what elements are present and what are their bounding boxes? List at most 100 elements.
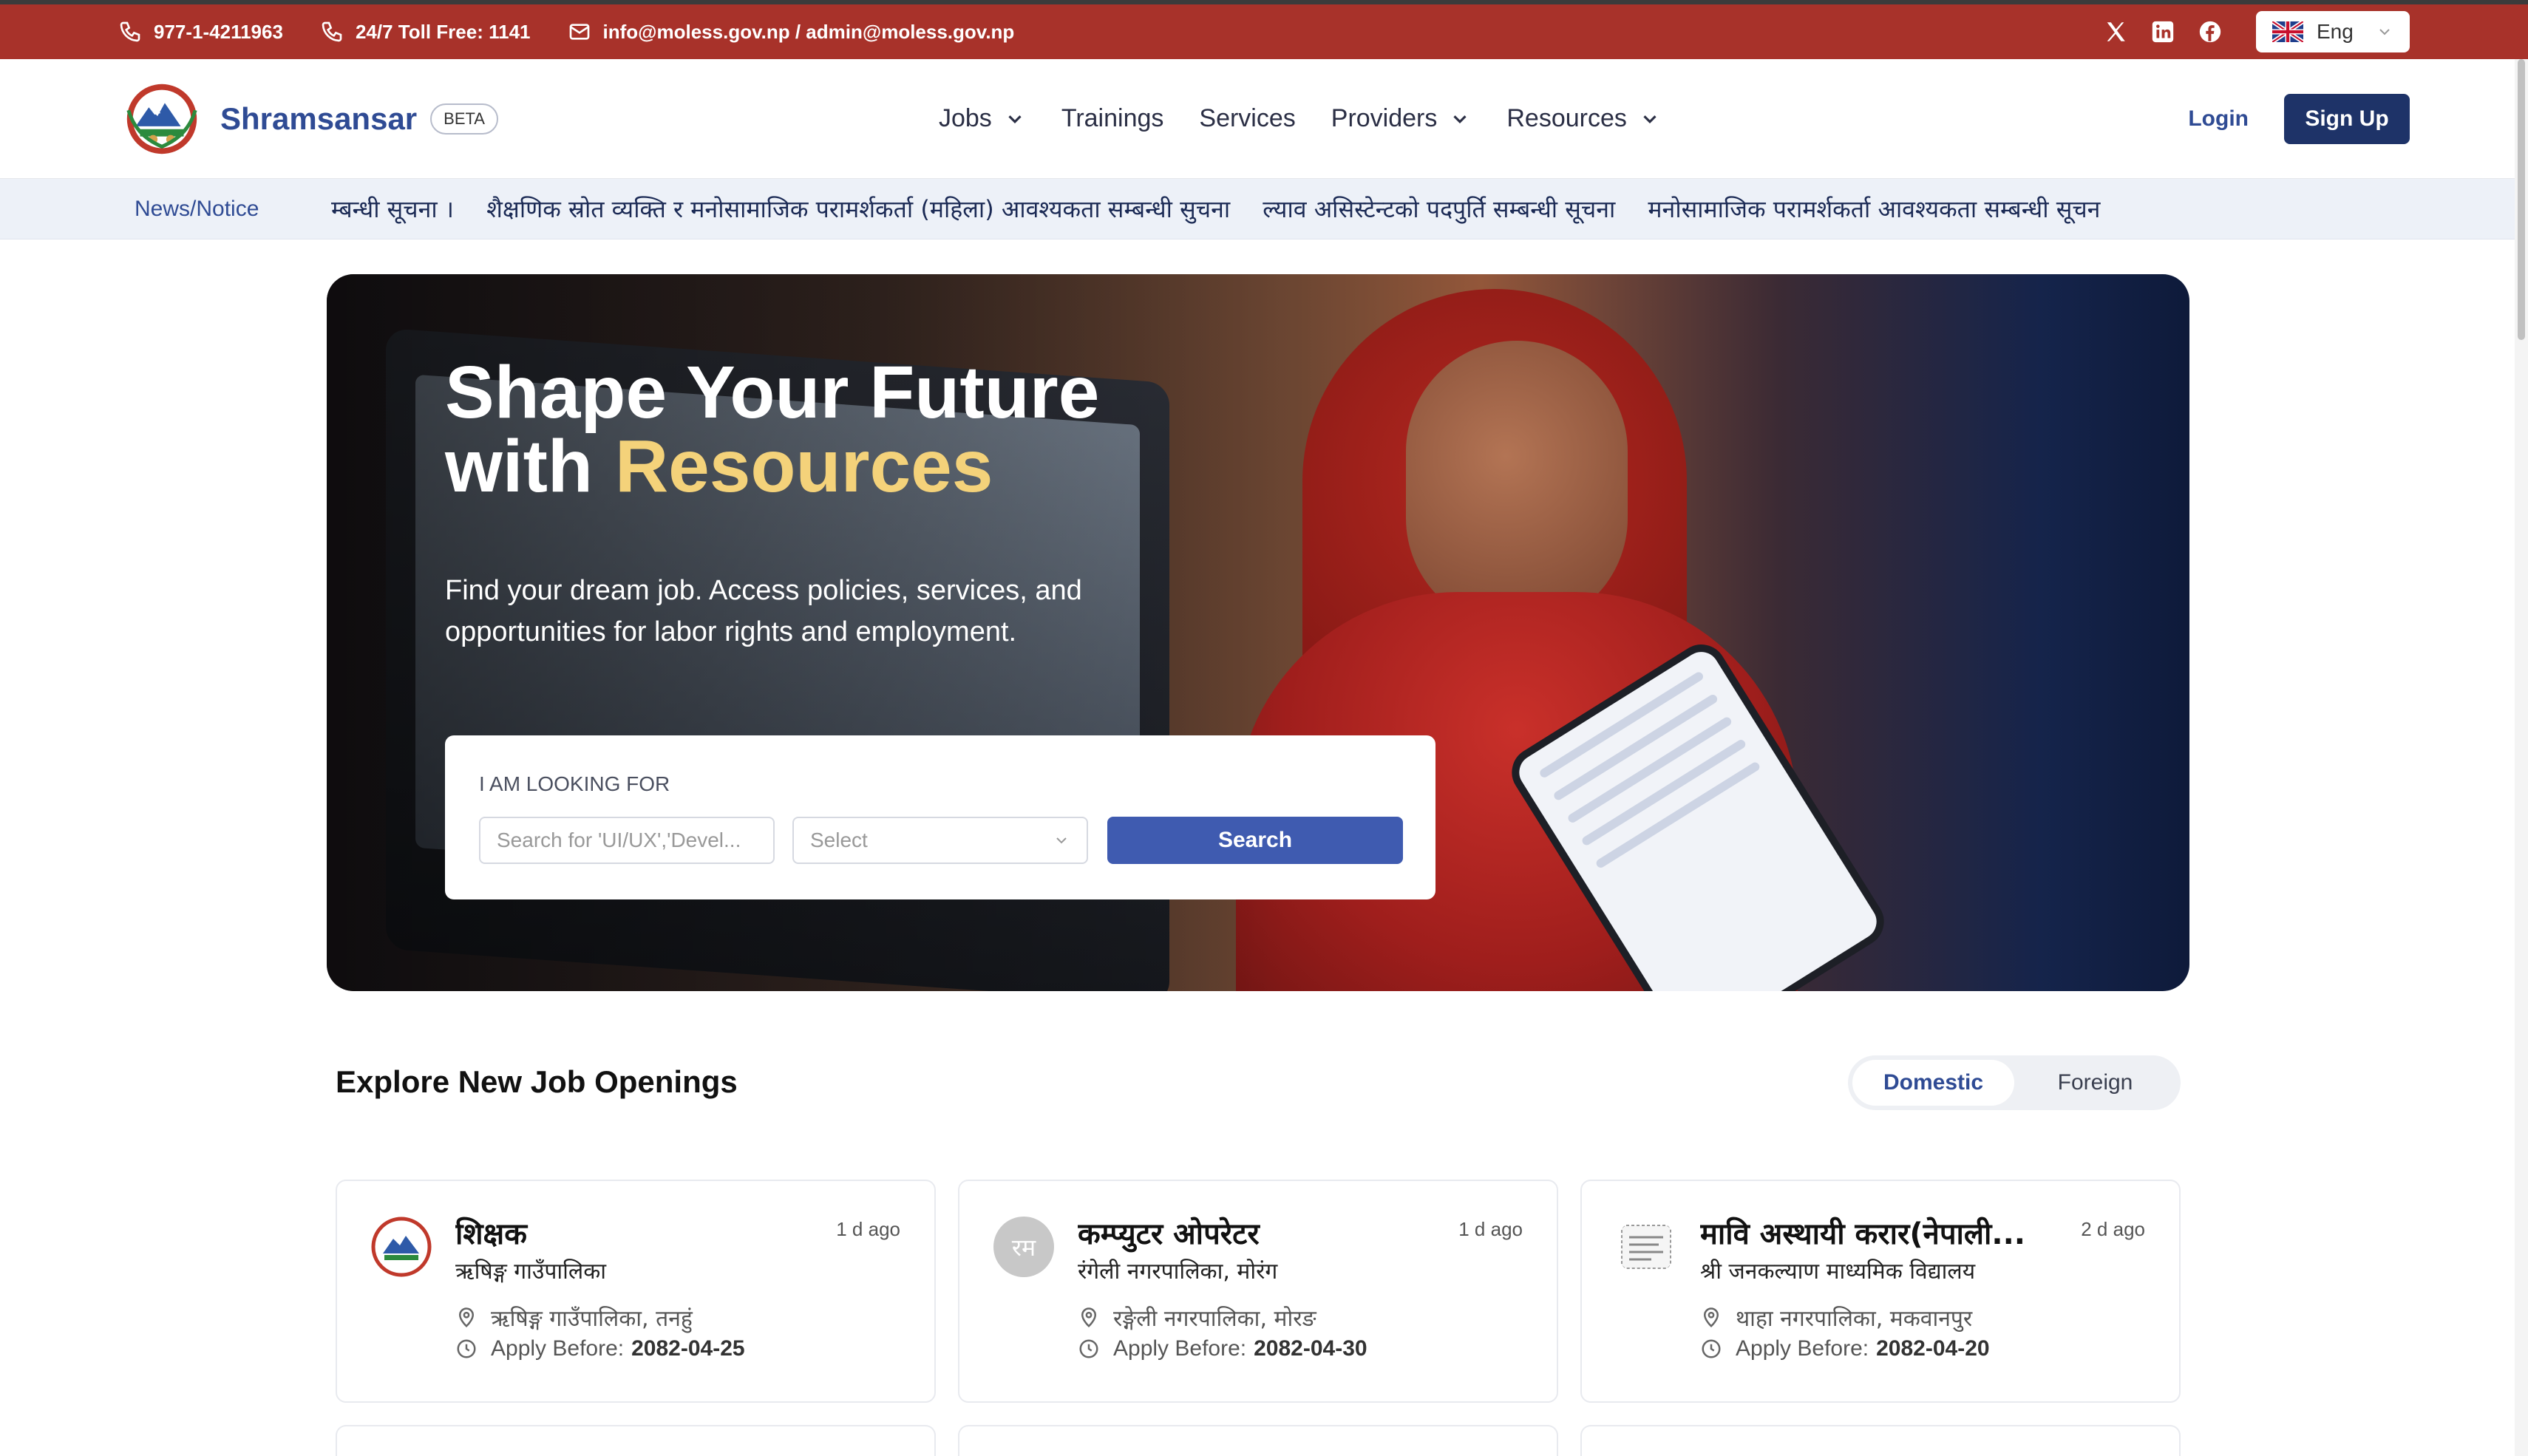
job-title: कम्प्युटर ओपरेटर xyxy=(1078,1217,1260,1251)
apply-before-label: Apply Before: xyxy=(1736,1336,1869,1361)
school-stamp-icon xyxy=(1621,1225,1671,1269)
facebook-icon[interactable] xyxy=(2197,18,2223,45)
login-link[interactable]: Login xyxy=(2188,106,2249,132)
nav-providers-label: Providers xyxy=(1331,104,1438,132)
phone-contact[interactable]: 977-1-4211963 xyxy=(118,20,283,44)
tab-domestic[interactable]: Domestic xyxy=(1852,1060,2014,1106)
location-pin-icon xyxy=(458,1307,475,1327)
nav-services-label: Services xyxy=(1199,104,1296,132)
apply-before-label: Apply Before: xyxy=(1113,1336,1247,1361)
job-org: ऋषिङ्ग गाउँपालिका xyxy=(455,1259,607,1285)
search-input[interactable]: Search for 'UI/UX','Devel... xyxy=(479,817,775,864)
phone-number: 977-1-4211963 xyxy=(154,20,283,43)
job-card[interactable]: रम कम्प्युटर ओपरेटर रंगेली नगरपालिका, मो… xyxy=(958,1180,1558,1403)
nav-jobs[interactable]: Jobs xyxy=(939,104,1026,133)
uk-flag-icon xyxy=(2272,21,2303,42)
clock-icon xyxy=(1079,1339,1098,1358)
nav-services[interactable]: Services xyxy=(1199,104,1295,133)
chevron-down-icon xyxy=(1643,115,1657,123)
tab-foreign[interactable]: Foreign xyxy=(2014,1060,2176,1106)
job-card[interactable] xyxy=(958,1425,1558,1456)
page-scrollbar[interactable] xyxy=(2515,59,2528,1456)
hero-title-prefix: with xyxy=(445,425,593,508)
job-cards-row: शिक्षक ऋषिङ्ग गाउँपालिका 1 d ago ऋषिङ्ग … xyxy=(336,1180,2181,1403)
org-logo xyxy=(1616,1217,1676,1277)
ticker-item[interactable]: शैक्षणिक स्रोत व्यक्ति र मनोसामाजिक पराम… xyxy=(486,195,1230,223)
email-contact[interactable]: info@moless.gov.np / admin@moless.gov.np xyxy=(568,20,1015,44)
nav-jobs-label: Jobs xyxy=(938,104,992,132)
job-cards-row-partial xyxy=(336,1425,2181,1456)
chevron-down-icon xyxy=(1056,837,1067,844)
hero-subtitle: Find your dream job. Access policies, se… xyxy=(445,575,1082,647)
tollfree-contact[interactable]: 24/7 Toll Free: 1141 xyxy=(320,20,531,44)
clock-icon xyxy=(1702,1339,1721,1358)
apply-before-label: Apply Before: xyxy=(491,1336,625,1361)
search-label: I AM LOOKING FOR xyxy=(479,772,670,795)
hero-woman-face xyxy=(1406,341,1628,629)
category-select[interactable]: Select xyxy=(792,817,1088,864)
job-location: ऋषिङ्ग गाउँपालिका, तनहुं xyxy=(455,1302,693,1333)
social-links xyxy=(2082,18,2223,45)
deadline-date: 2082-04-20 xyxy=(1876,1336,1990,1361)
tollfree-number: 24/7 Toll Free: 1141 xyxy=(355,20,531,43)
job-card[interactable] xyxy=(1580,1425,2181,1456)
ticker-item[interactable]: म्बन्धी सूचना । xyxy=(331,195,454,223)
posted-ago: 1 d ago xyxy=(836,1218,900,1240)
mail-icon xyxy=(569,24,589,40)
job-location: रङ्गेली नगरपालिका, मोरङ xyxy=(1078,1302,1316,1333)
org-initials-avatar: रम xyxy=(993,1217,1054,1277)
job-location-text: ऋषिङ्ग गाउँपालिका, तनहुं xyxy=(491,1306,693,1332)
signup-button[interactable]: Sign Up xyxy=(2284,93,2410,144)
posted-ago: 1 d ago xyxy=(1458,1218,1523,1240)
job-card[interactable] xyxy=(336,1425,936,1456)
ticker-track: म्बन्धी सूचना । शैक्षणिक स्रोत व्यक्ति र… xyxy=(331,193,2401,225)
posted-ago: 2 d ago xyxy=(2081,1218,2145,1240)
municipality-emblem-icon xyxy=(371,1217,432,1277)
chevron-down-icon xyxy=(2379,29,2390,35)
chevron-down-icon xyxy=(1008,115,1022,123)
linkedin-icon[interactable] xyxy=(2150,18,2176,45)
language-selector[interactable]: Eng xyxy=(2256,11,2410,52)
section-title: Explore New Job Openings xyxy=(336,1064,738,1099)
brand-name: Shramsansar xyxy=(220,101,418,136)
deadline-date: 2082-04-25 xyxy=(631,1336,745,1361)
hero-title-line1: Shape Your Future xyxy=(445,351,1100,434)
job-deadline: Apply Before: 2082-04-25 xyxy=(455,1336,745,1361)
primary-nav: Jobs Trainings Services Providers Resour… xyxy=(939,104,1696,133)
top-contact-bar: 977-1-4211963 24/7 Toll Free: 1141 info@… xyxy=(0,0,2528,59)
ticker-item[interactable]: मनोसामाजिक परामर्शकर्ता आवश्यकता सम्बन्ध… xyxy=(1648,195,2100,223)
language-label: Eng xyxy=(2317,20,2354,43)
job-location: थाहा नगरपालिका, मकवानपुर xyxy=(1700,1302,1972,1333)
org-logo xyxy=(371,1217,432,1277)
hero-title: Shape Your Future with Resources xyxy=(445,356,1099,503)
phone-icon xyxy=(120,21,140,42)
ticker-label: News/Notice xyxy=(135,196,259,221)
hero-title-accent: Resources xyxy=(614,425,993,508)
job-card[interactable]: शिक्षक ऋषिङ्ग गाउँपालिका 1 d ago ऋषिङ्ग … xyxy=(336,1180,936,1403)
search-button[interactable]: Search xyxy=(1107,817,1403,864)
x-icon[interactable] xyxy=(2102,18,2129,45)
hero-title-line2: with Resources xyxy=(445,429,1099,503)
nav-providers[interactable]: Providers xyxy=(1331,104,1472,133)
job-org: रंगेली नगरपालिका, मोरंग xyxy=(1078,1259,1278,1285)
ticker-item[interactable]: ल्याव असिस्टेन्टको पदपुर्ति सम्बन्धी सूच… xyxy=(1263,195,1615,223)
category-select-value: Select xyxy=(810,829,868,851)
job-title: शिक्षक xyxy=(455,1217,527,1251)
main-navbar: Shramsansar BETA Jobs Trainings Services… xyxy=(0,59,2528,179)
phone-icon xyxy=(322,21,342,42)
job-card[interactable]: मावि अस्थायी करार(नेपाली... श्री जनकल्या… xyxy=(1580,1180,2181,1403)
email-address: info@moless.gov.np / admin@moless.gov.np xyxy=(602,20,1015,43)
job-org: श्री जनकल्याण माध्यमिक विद्यालय xyxy=(1700,1259,1976,1285)
job-deadline: Apply Before: 2082-04-20 xyxy=(1700,1336,1990,1361)
job-search-card: I AM LOOKING FOR Search for 'UI/UX','Dev… xyxy=(445,735,1435,899)
nav-resources[interactable]: Resources xyxy=(1506,104,1661,133)
hero-banner: Shape Your Future with Resources Find you… xyxy=(327,274,2189,991)
job-title: मावि अस्थायी करार(नेपाली... xyxy=(1700,1217,2025,1251)
nav-trainings[interactable]: Trainings xyxy=(1061,104,1164,133)
clock-icon xyxy=(457,1339,476,1358)
brand-logo[interactable]: Shramsansar BETA xyxy=(118,81,498,157)
location-pin-icon xyxy=(1081,1307,1097,1327)
nepal-emblem-icon xyxy=(126,84,197,154)
scrollbar-thumb[interactable] xyxy=(2518,59,2525,340)
news-ticker: News/Notice म्बन्धी सूचना । शैक्षणिक स्र… xyxy=(0,179,2528,239)
